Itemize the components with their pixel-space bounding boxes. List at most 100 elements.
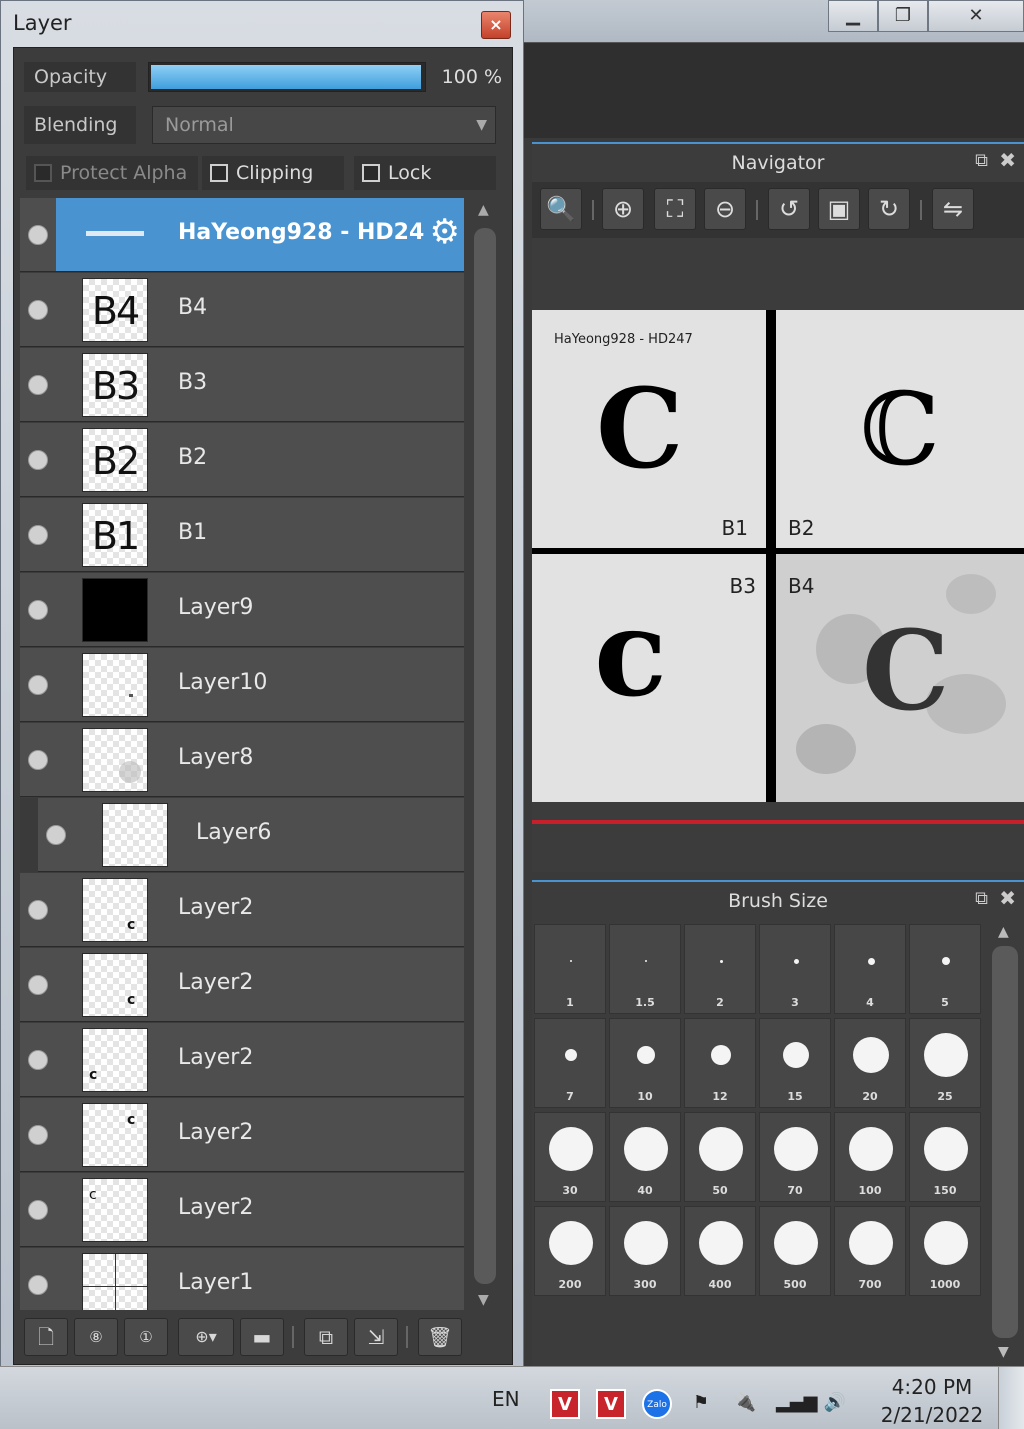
brush-size-cell[interactable]: 10: [609, 1018, 681, 1108]
new-8bit-layer-icon[interactable]: ⑧: [74, 1318, 118, 1356]
rotate-right-icon[interactable]: ↻: [868, 188, 910, 230]
scrollbar-thumb[interactable]: [474, 228, 496, 1284]
layer-row[interactable]: Layer6: [20, 798, 464, 872]
scroll-down-icon[interactable]: ▼: [478, 1292, 489, 1308]
visibility-toggle-icon[interactable]: [28, 675, 48, 695]
visibility-toggle-icon[interactable]: [28, 1050, 48, 1070]
visibility-toggle-icon[interactable]: [28, 300, 48, 320]
brush-size-cell[interactable]: 1000: [909, 1206, 981, 1296]
new-1bit-layer-icon[interactable]: ①: [124, 1318, 168, 1356]
brush-size-cell[interactable]: 400: [684, 1206, 756, 1296]
layer-row[interactable]: HaYeong928 - HD24 ⚙: [20, 198, 464, 272]
zoom-out-icon[interactable]: ⊖: [704, 188, 746, 230]
zoom-in-icon[interactable]: ⊕: [602, 188, 644, 230]
rotate-left-icon[interactable]: ↺: [768, 188, 810, 230]
layer-row[interactable]: Layer10: [20, 648, 464, 722]
visibility-toggle-icon[interactable]: [46, 825, 66, 845]
network-signal-icon[interactable]: ▂▄▆: [776, 1389, 818, 1419]
layer-row[interactable]: B1 B1: [20, 498, 464, 572]
clipping-checkbox[interactable]: Clipping: [202, 156, 344, 190]
brush-size-cell[interactable]: 12: [684, 1018, 756, 1108]
merge-down-icon[interactable]: ⇲: [354, 1318, 398, 1356]
layer-row[interactable]: B3 B3: [20, 348, 464, 422]
zalo-icon[interactable]: Zalo: [642, 1389, 672, 1419]
visibility-toggle-icon[interactable]: [28, 750, 48, 770]
brush-size-cell[interactable]: 20: [834, 1018, 906, 1108]
zoom-icon[interactable]: 🔍: [540, 188, 582, 230]
layer-scrollbar[interactable]: ▲ ▼: [470, 198, 500, 1310]
brush-scrollbar[interactable]: ▲ ▼: [990, 924, 1020, 1360]
visibility-toggle-icon[interactable]: [28, 900, 48, 920]
delete-icon[interactable]: 🗑: [418, 1318, 462, 1356]
brush-size-cell[interactable]: 5: [909, 924, 981, 1014]
brush-size-cell[interactable]: 25: [909, 1018, 981, 1108]
lock-checkbox[interactable]: Lock: [354, 156, 496, 190]
visibility-toggle-icon[interactable]: [28, 600, 48, 620]
visibility-toggle-icon[interactable]: [28, 375, 48, 395]
tray-v-app-icon[interactable]: V: [596, 1389, 626, 1419]
brush-size-cell[interactable]: 70: [759, 1112, 831, 1202]
layer-titlebar[interactable]: Layer ×: [1, 1, 523, 45]
layer-row[interactable]: B2 B2: [20, 423, 464, 497]
scroll-down-icon[interactable]: ▼: [998, 1344, 1009, 1360]
layer-row[interactable]: c Layer2: [20, 1023, 464, 1097]
brush-size-cell[interactable]: 500: [759, 1206, 831, 1296]
brush-size-cell[interactable]: 4: [834, 924, 906, 1014]
flip-horizontal-icon[interactable]: ⇋: [932, 188, 974, 230]
brush-size-cell[interactable]: 3: [759, 924, 831, 1014]
visibility-toggle-icon[interactable]: [28, 225, 48, 245]
action-center-flag-icon[interactable]: ⚑: [686, 1389, 716, 1419]
show-desktop-button[interactable]: [998, 1367, 1024, 1429]
brush-size-cell[interactable]: 15: [759, 1018, 831, 1108]
popout-icon[interactable]: ⧉: [975, 888, 988, 909]
navigator-canvas-preview[interactable]: HaYeong928 - HD247 C B1 ℂ B2 B3 c B4 C: [532, 310, 1024, 802]
clock-time[interactable]: 4:20 PM: [880, 1375, 984, 1399]
close-icon[interactable]: ✕: [928, 0, 1024, 32]
scroll-up-icon[interactable]: ▲: [998, 924, 1009, 940]
visibility-toggle-icon[interactable]: [28, 1200, 48, 1220]
layer-row[interactable]: c Layer2: [20, 1173, 464, 1247]
protect-alpha-checkbox[interactable]: Protect Alpha: [26, 156, 198, 190]
brush-size-cell[interactable]: 1.5: [609, 924, 681, 1014]
duplicate-icon[interactable]: ⧉: [304, 1318, 348, 1356]
visibility-toggle-icon[interactable]: [28, 450, 48, 470]
brush-size-cell[interactable]: 1: [534, 924, 606, 1014]
brush-size-cell[interactable]: 100: [834, 1112, 906, 1202]
layer-close-button[interactable]: ×: [481, 11, 511, 39]
visibility-toggle-icon[interactable]: [28, 1275, 48, 1295]
blending-select[interactable]: Normal ▼: [152, 106, 496, 144]
folder-icon[interactable]: ▬: [240, 1318, 284, 1356]
visibility-toggle-icon[interactable]: [28, 1125, 48, 1145]
scrollbar-thumb[interactable]: [992, 946, 1018, 1338]
clock-date[interactable]: 2/21/2022: [880, 1403, 984, 1429]
close-icon[interactable]: ✖: [999, 148, 1016, 172]
brush-size-cell[interactable]: 2: [684, 924, 756, 1014]
brush-size-cell[interactable]: 300: [609, 1206, 681, 1296]
minimize-icon[interactable]: ▁: [828, 0, 878, 32]
maximize-icon[interactable]: ❐: [878, 0, 928, 32]
brush-size-cell[interactable]: 7: [534, 1018, 606, 1108]
language-indicator[interactable]: EN: [492, 1387, 520, 1411]
reset-view-icon[interactable]: ▣: [818, 188, 860, 230]
layer-row[interactable]: B4 B4: [20, 273, 464, 347]
layer-row[interactable]: c Layer2: [20, 948, 464, 1022]
visibility-toggle-icon[interactable]: [28, 975, 48, 995]
popout-icon[interactable]: ⧉: [975, 150, 988, 171]
brush-size-cell[interactable]: 30: [534, 1112, 606, 1202]
new-layer-icon[interactable]: 🗋: [24, 1318, 68, 1356]
layer-row[interactable]: Layer1: [20, 1248, 464, 1310]
opacity-value[interactable]: 100 %: [432, 62, 502, 92]
volume-icon[interactable]: 🔊: [820, 1389, 850, 1419]
layer-row[interactable]: c Layer2: [20, 873, 464, 947]
brush-size-cell[interactable]: 200: [534, 1206, 606, 1296]
close-icon[interactable]: ✖: [999, 886, 1016, 910]
power-plug-icon[interactable]: 🔌: [730, 1389, 760, 1419]
brush-size-cell[interactable]: 700: [834, 1206, 906, 1296]
brush-size-cell[interactable]: 150: [909, 1112, 981, 1202]
fit-screen-icon[interactable]: ⛶: [654, 188, 696, 230]
layer-row[interactable]: Layer8: [20, 723, 464, 797]
add-layer-menu-icon[interactable]: ⊕▾: [178, 1318, 234, 1356]
brush-size-cell[interactable]: 40: [609, 1112, 681, 1202]
opacity-slider[interactable]: [148, 62, 426, 92]
layer-row[interactable]: c Layer2: [20, 1098, 464, 1172]
